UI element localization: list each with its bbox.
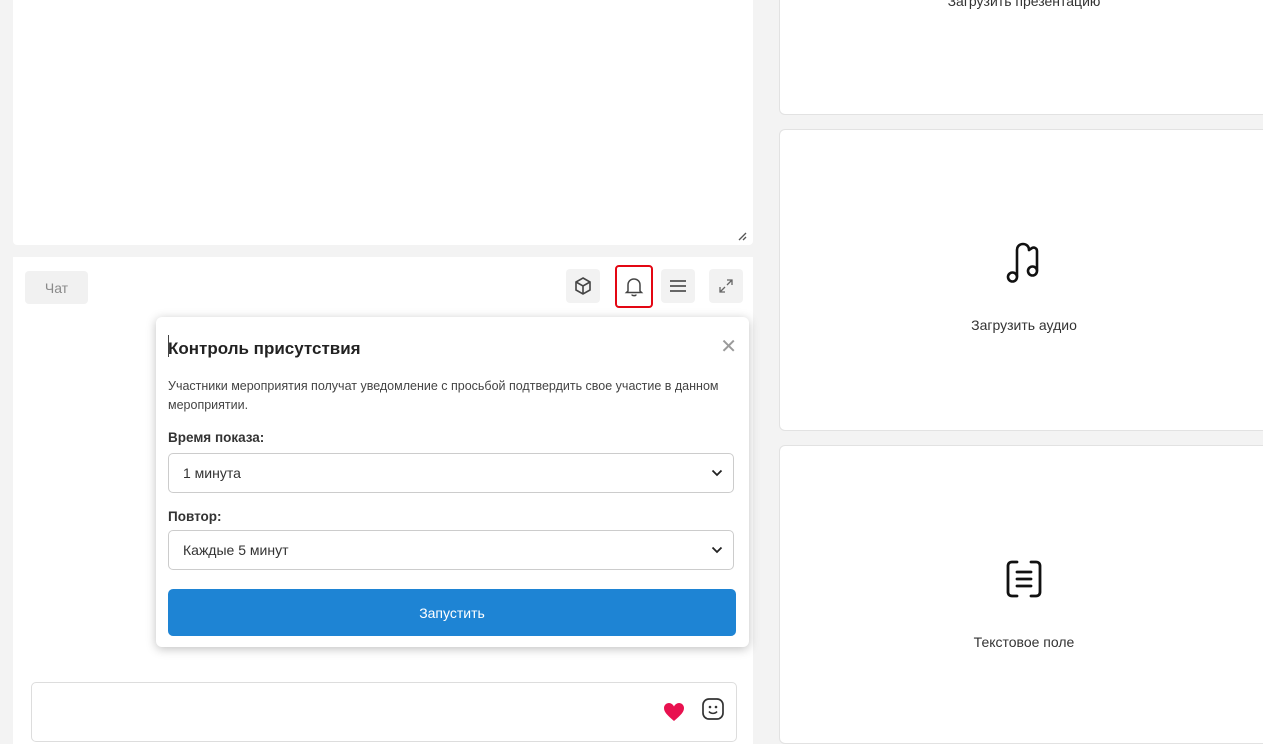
menu-button[interactable] — [661, 269, 695, 303]
card-label: Загрузить аудио — [971, 317, 1077, 333]
emoji-icon[interactable] — [701, 697, 725, 721]
expand-icon — [719, 279, 733, 293]
expand-button[interactable] — [709, 269, 743, 303]
card-label: Загрузить презентацию — [947, 0, 1101, 9]
close-icon[interactable]: ✕ — [720, 337, 737, 357]
start-button[interactable]: Запустить — [168, 589, 736, 636]
cube-button[interactable] — [566, 269, 600, 303]
bell-icon — [624, 277, 644, 296]
card-text-field[interactable]: Текстовое поле — [779, 445, 1263, 744]
message-input[interactable] — [31, 682, 737, 742]
heart-icon[interactable] — [663, 702, 685, 722]
show-time-select[interactable]: 1 минута — [168, 453, 734, 493]
chevron-down-icon — [711, 546, 723, 554]
text-editor-area[interactable] — [13, 0, 753, 245]
cube-icon — [575, 277, 591, 295]
repeat-label: Повтор: — [168, 509, 222, 524]
music-note-icon — [1006, 242, 1039, 283]
presence-bell-button[interactable] — [615, 265, 653, 308]
card-label: Текстовое поле — [973, 634, 1075, 650]
tab-chat[interactable]: Чат — [25, 271, 88, 304]
show-time-label: Время показа: — [168, 430, 265, 445]
card-upload-presentation[interactable]: Загрузить презентацию — [779, 0, 1263, 115]
resize-handle-icon[interactable] — [737, 231, 747, 241]
repeat-select[interactable]: Каждые 5 минут — [168, 530, 734, 570]
menu-icon — [670, 280, 686, 292]
presence-control-popover: Контроль присутствия ✕ Участники меропри… — [156, 317, 749, 647]
text-field-icon — [1006, 560, 1042, 598]
popover-title: Контроль присутствия — [168, 339, 361, 358]
show-time-value: 1 минута — [183, 465, 241, 481]
right-column: Загрузить презентацию Загрузить аудио Те… — [765, 0, 1263, 744]
card-upload-audio[interactable]: Загрузить аудио — [779, 129, 1263, 431]
repeat-value: Каждые 5 минут — [183, 542, 289, 558]
popover-description: Участники мероприятия получат уведомлени… — [168, 379, 719, 412]
chevron-down-icon — [711, 469, 723, 477]
